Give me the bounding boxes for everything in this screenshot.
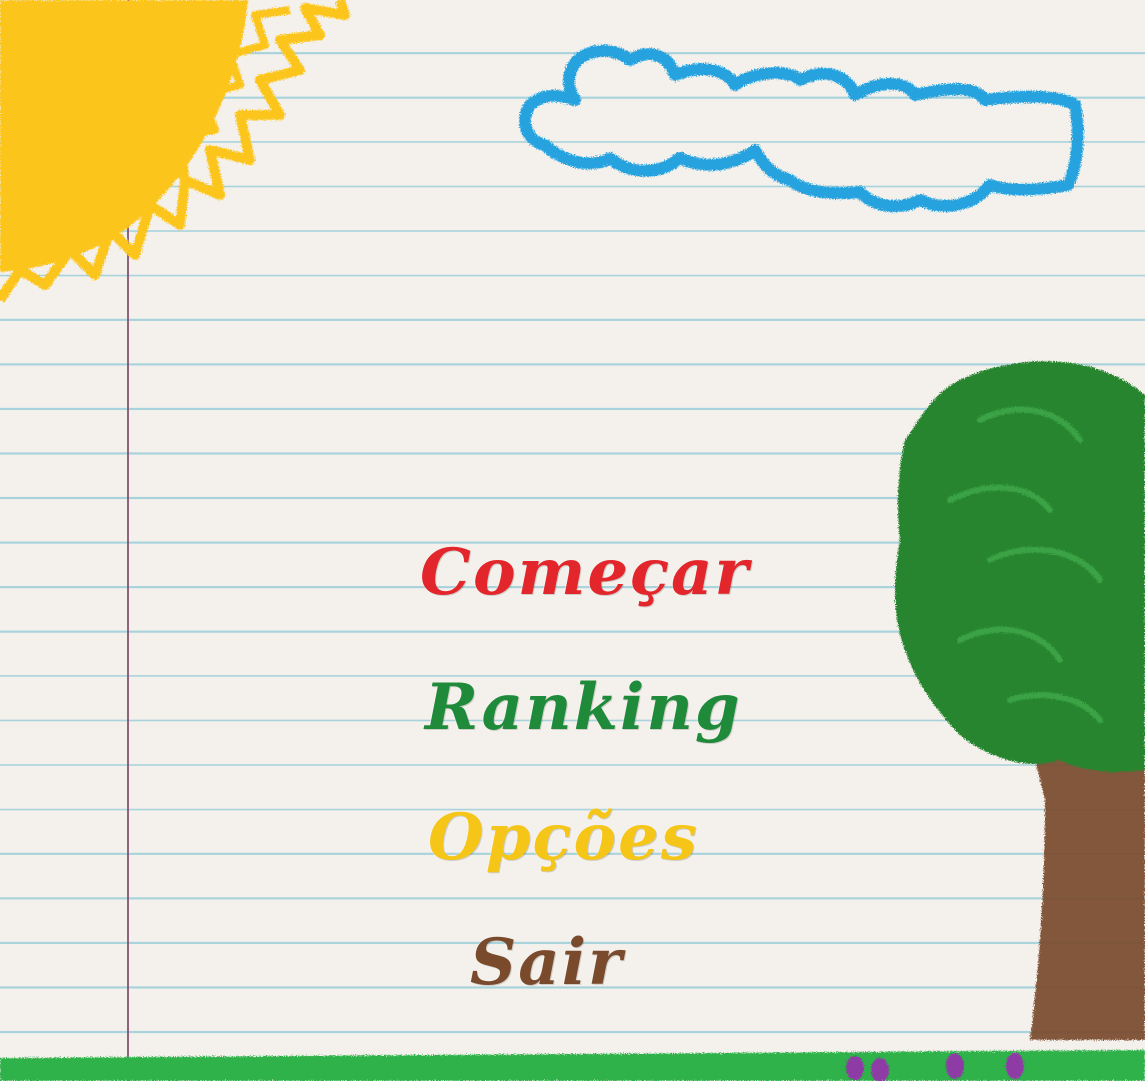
exit-button[interactable]: Sair: [470, 925, 624, 1000]
start-button[interactable]: Começar: [420, 535, 750, 610]
options-button[interactable]: Opções: [428, 800, 699, 875]
main-menu: Começar Ranking Opções Sair: [0, 0, 1145, 1081]
ranking-button[interactable]: Ranking: [425, 670, 742, 745]
